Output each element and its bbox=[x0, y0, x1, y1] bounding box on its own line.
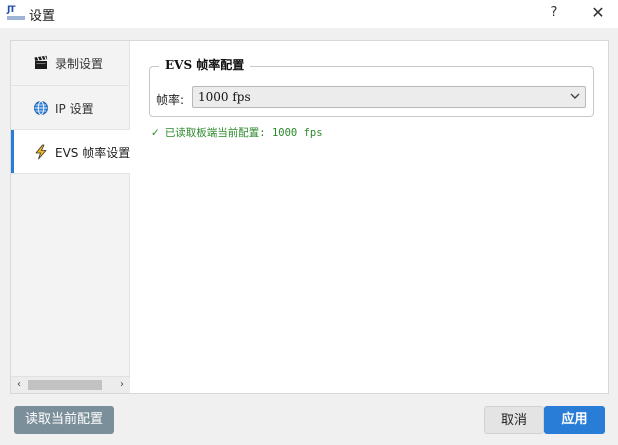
sidebar-item-label: IP 设置 bbox=[55, 102, 94, 116]
close-button[interactable]: ✕ bbox=[588, 3, 608, 23]
fps-selected-value: 1000 fps bbox=[198, 90, 251, 104]
jt-logo-icon: JT bbox=[7, 4, 25, 21]
chevron-down-icon bbox=[568, 89, 582, 103]
cancel-button[interactable]: 取消 bbox=[484, 406, 544, 434]
read-current-config-button[interactable]: 读取当前配置 bbox=[14, 406, 114, 434]
sidebar-item-label: EVS 帧率设置 bbox=[55, 146, 131, 160]
fps-select[interactable]: 1000 fps bbox=[192, 86, 586, 108]
evs-group-title: EVS 帧率配置 bbox=[159, 56, 251, 73]
clapperboard-icon bbox=[33, 55, 49, 71]
sidebar-divider bbox=[11, 173, 130, 174]
fps-label: 帧率: bbox=[156, 93, 185, 107]
status-message: ✓ 已读取板端当前配置: 1000 fps bbox=[151, 125, 323, 140]
title-bar: JT 设置 ? ✕ bbox=[0, 0, 618, 28]
sidebar-item-label: 录制设置 bbox=[55, 57, 104, 71]
sidebar-item-evs[interactable]: EVS 帧率设置 bbox=[11, 130, 130, 174]
window-title: 设置 bbox=[29, 9, 56, 24]
status-text: 已读取板端当前配置: 1000 fps bbox=[164, 127, 323, 139]
settings-sidebar: 录制设置 IP 设置 EVS 帧率设置 ‹ › bbox=[11, 41, 130, 393]
globe-icon bbox=[33, 100, 49, 116]
lightning-icon bbox=[33, 144, 49, 160]
help-button[interactable]: ? bbox=[545, 3, 563, 23]
apply-button[interactable]: 应用 bbox=[544, 406, 605, 434]
scroll-right-button[interactable]: › bbox=[116, 378, 128, 392]
sidebar-item-recording[interactable]: 录制设置 bbox=[11, 41, 130, 85]
sidebar-horizontal-scrollbar[interactable]: ‹ › bbox=[11, 376, 130, 393]
scroll-left-button[interactable]: ‹ bbox=[13, 378, 25, 392]
scrollbar-thumb[interactable] bbox=[28, 380, 102, 390]
checkmark-icon: ✓ bbox=[151, 127, 160, 139]
sidebar-item-ip[interactable]: IP 设置 bbox=[11, 86, 130, 130]
settings-panel: 录制设置 IP 设置 EVS 帧率设置 ‹ › EVS 帧率配置 帧率: 100… bbox=[10, 40, 609, 394]
